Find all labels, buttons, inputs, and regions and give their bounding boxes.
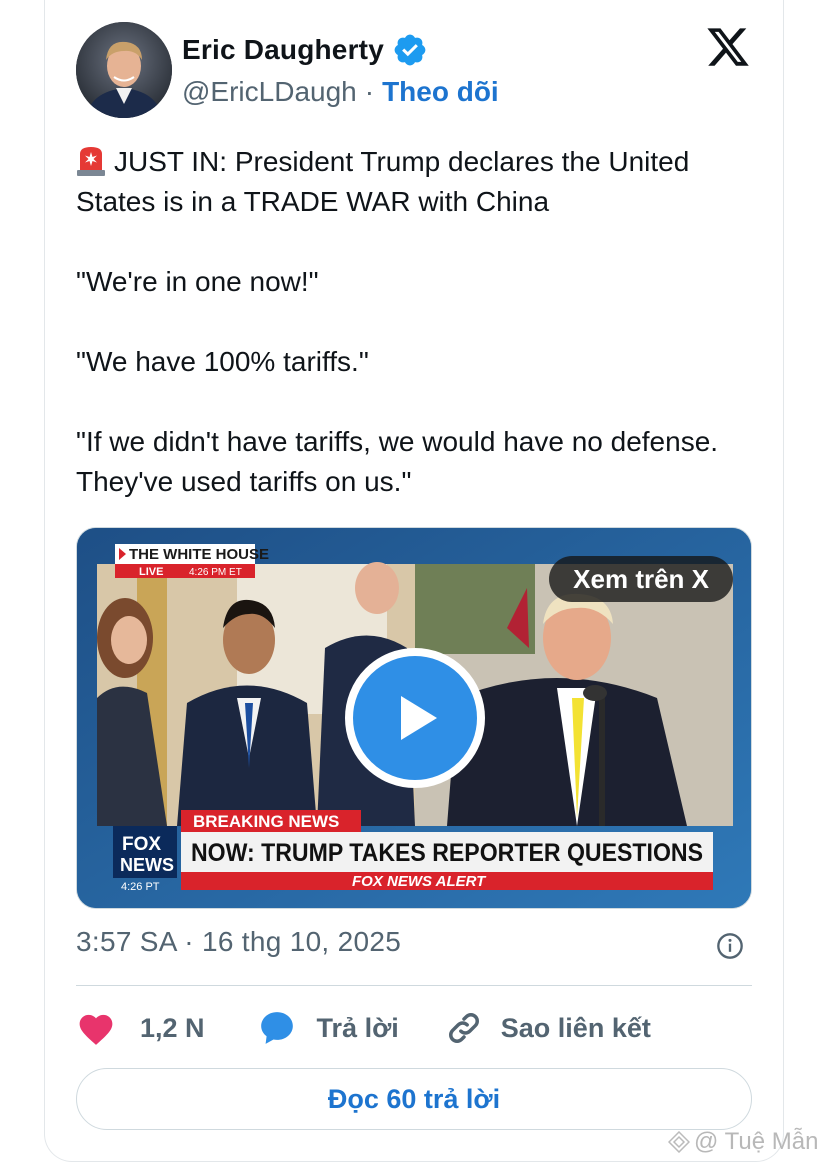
like-count: 1,2 N (140, 1012, 205, 1043)
tweet-timestamp[interactable]: 3:57 SA · 16 thg 10, 2025 (76, 926, 401, 958)
copy-link-button[interactable]: Sao liên kết (445, 1009, 651, 1047)
author-handle-row: @EricLDaugh · Theo dõi (182, 74, 499, 110)
location-tag: THE WHITE HOUSE (129, 546, 269, 563)
reply-label: Trả lời (316, 1012, 399, 1043)
diamond-logo-icon (668, 1131, 690, 1153)
action-bar: 1,2 N Trả lời Sao liên kết (76, 1006, 651, 1050)
tweet-paragraph-2: "We're in one now!" (76, 266, 319, 297)
separator-dot: · (364, 76, 375, 107)
copy-link-label: Sao liên kết (500, 1012, 651, 1043)
speech-bubble-icon (260, 1012, 293, 1044)
alert-text: FOX NEWS ALERT (352, 873, 487, 890)
tweet-paragraph-3: "We have 100% tariffs." (76, 346, 369, 377)
link-icon (448, 1013, 479, 1043)
like-button[interactable]: 1,2 N (76, 1010, 205, 1046)
tweet-body: JUST IN: President Trump declares the Un… (76, 142, 766, 542)
time-tag: 4:26 PM ET (189, 567, 242, 578)
reply-button[interactable]: Trả lời (257, 1009, 399, 1047)
read-replies-button[interactable]: Đọc 60 trả lời (76, 1068, 752, 1130)
heart-icon (79, 1014, 113, 1045)
fox-logo-line2: NEWS (120, 855, 174, 875)
follow-button[interactable]: Theo dõi (382, 76, 499, 108)
headline-text: NOW: TRUMP TAKES REPORTER QUESTIONS (191, 839, 703, 867)
fox-logo-line1: FOX (122, 834, 161, 855)
verified-badge-icon (394, 34, 426, 66)
fox-logo-time: 4:26 PT (121, 881, 160, 893)
author-avatar[interactable] (76, 22, 172, 118)
avatar-photo (76, 22, 172, 118)
author-handle[interactable]: @EricLDaugh (182, 76, 357, 108)
watermark: @ Tuệ Mẫn (668, 1128, 818, 1156)
author-name-row: Eric Daugherty (182, 30, 428, 70)
x-logo-icon[interactable] (704, 24, 752, 70)
play-icon (401, 696, 437, 740)
breaking-news-tag: BREAKING NEWS (193, 812, 339, 831)
tweet-line-1: JUST IN: President Trump declares the Un… (76, 146, 690, 217)
view-on-x-button[interactable]: Xem trên X (549, 556, 733, 602)
author-name[interactable]: Eric Daugherty (182, 34, 384, 66)
video-player[interactable]: THE WHITE HOUSE LIVE 4:26 PM ET BREAKING… (76, 527, 752, 909)
play-button[interactable] (345, 648, 485, 788)
watermark-text: @ Tuệ Mẫn (694, 1128, 819, 1155)
info-icon[interactable] (716, 932, 744, 960)
tweet-paragraph-1: JUST IN: President Trump declares the Un… (76, 142, 766, 222)
divider (76, 985, 752, 986)
siren-icon (77, 147, 105, 176)
tweet-paragraph-4: "If we didn't have tariffs, we would hav… (76, 426, 719, 497)
live-tag: LIVE (139, 566, 163, 578)
